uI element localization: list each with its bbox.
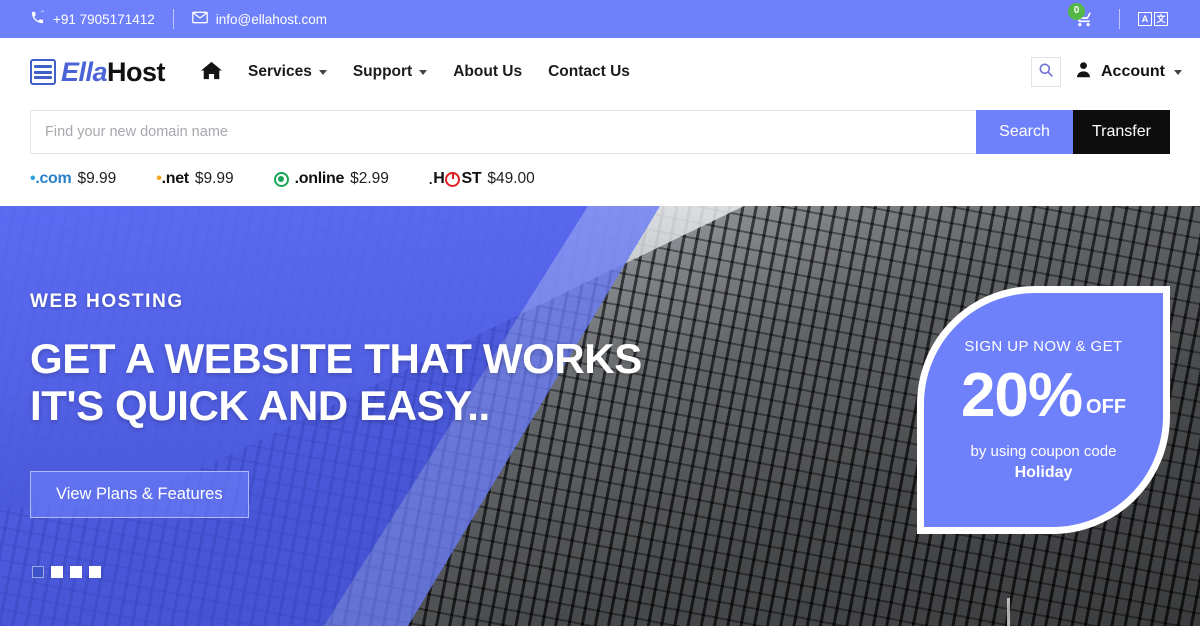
tld-item-host[interactable]: . H ST $49.00 xyxy=(429,170,535,188)
tld-label-online: .online xyxy=(294,170,345,187)
nav-label-about-us: About Us xyxy=(453,63,523,80)
nav-item-about-us[interactable]: About Us xyxy=(453,63,522,81)
nav-item-services[interactable]: Services xyxy=(248,63,327,81)
nav-label-contact-us: Contact Us xyxy=(548,63,630,80)
domain-search-button[interactable]: Search xyxy=(976,110,1073,154)
tld-label-net: .net xyxy=(161,170,190,187)
domain-transfer-button[interactable]: Transfer xyxy=(1073,110,1170,154)
carousel-dots xyxy=(32,566,101,578)
online-ring-icon xyxy=(273,171,289,187)
tld-item-net[interactable]: •.net $9.99 xyxy=(156,170,233,188)
hero-carousel: WEB HOSTING GET A WEBSITE THAT WORKS IT'… xyxy=(0,206,1200,626)
cart-count-badge: 0 xyxy=(1068,2,1085,20)
domain-search-row: Search Transfer xyxy=(30,110,1170,154)
chevron-down-icon xyxy=(1174,69,1182,75)
logo-wordmark: EllaHost xyxy=(61,56,166,88)
translate-icon[interactable]: A 文 xyxy=(1138,12,1168,26)
tld-name-net: •.net xyxy=(156,170,190,187)
tld-item-com[interactable]: •.com $9.99 xyxy=(30,170,116,188)
email-address: info@ellahost.com xyxy=(215,11,327,27)
search-toggle-button[interactable] xyxy=(1031,57,1061,87)
header-actions: Account xyxy=(1031,57,1182,87)
tld-item-online[interactable]: .online $2.99 xyxy=(273,170,389,188)
tld-name-com: •.com xyxy=(30,170,72,187)
user-icon xyxy=(1075,61,1092,83)
tld-label-host: . H ST xyxy=(428,170,482,187)
carousel-dot-2[interactable] xyxy=(51,566,63,578)
promo-off-label: OFF xyxy=(1086,396,1127,419)
lang-primary-box: A xyxy=(1138,12,1152,26)
lang-secondary-box: 文 xyxy=(1154,12,1168,26)
nav-label-services: Services xyxy=(248,63,312,80)
top-utility-bar: +91 7905171412 info@ellahost.com 0 A 文 xyxy=(0,0,1200,38)
email-link[interactable]: info@ellahost.com xyxy=(191,11,327,27)
phone-link[interactable]: +91 7905171412 xyxy=(30,10,155,28)
phone-ringing-icon xyxy=(30,10,45,28)
promo-headline: SIGN UP NOW & GET xyxy=(964,338,1123,356)
topbar-actions: 0 A 文 xyxy=(1067,2,1184,31)
hero-decorative-notch xyxy=(1007,598,1010,626)
promo-badge[interactable]: SIGN UP NOW & GET 20% OFF by using coupo… xyxy=(917,286,1170,534)
account-label: Account xyxy=(1101,63,1165,80)
carousel-dot-1[interactable] xyxy=(32,566,44,578)
cart-button[interactable]: 0 xyxy=(1067,2,1101,31)
promo-subtext: by using coupon code xyxy=(970,443,1117,461)
primary-navigation: Services Support About Us Contact Us xyxy=(201,61,630,84)
phone-number: +91 7905171412 xyxy=(53,11,155,27)
tld-label-com: .com xyxy=(35,170,72,187)
hero-title: GET A WEBSITE THAT WORKS IT'S QUICK AND … xyxy=(30,335,642,430)
home-icon xyxy=(201,61,222,84)
logo-text-host: Host xyxy=(107,56,166,87)
nav-item-contact-us[interactable]: Contact Us xyxy=(548,63,630,81)
site-logo[interactable]: EllaHost xyxy=(30,56,166,88)
nav-item-home[interactable] xyxy=(201,61,222,84)
promo-coupon-code: Holiday xyxy=(1014,463,1073,481)
domain-search-input[interactable] xyxy=(30,110,976,154)
hero-eyebrow: WEB HOSTING xyxy=(30,291,184,312)
carousel-dot-4[interactable] xyxy=(89,566,101,578)
search-icon xyxy=(1038,62,1054,83)
topbar-contact-group: +91 7905171412 info@ellahost.com xyxy=(0,9,327,29)
envelope-icon xyxy=(191,11,208,27)
domain-search-section: Search Transfer •.com $9.99 •.net $9.99 … xyxy=(0,110,1200,206)
tld-price-list: •.com $9.99 •.net $9.99 .online $2.99 .H… xyxy=(30,154,1170,206)
carousel-dot-3[interactable] xyxy=(70,566,82,578)
tld-price-com: $9.99 xyxy=(77,170,117,187)
tld-price-host: $49.00 xyxy=(487,170,535,187)
host-power-icon xyxy=(445,171,461,187)
promo-amount-group: 20% OFF xyxy=(960,361,1127,431)
view-plans-button[interactable]: View Plans & Features xyxy=(30,471,249,519)
promo-amount: 20% xyxy=(960,361,1083,431)
logo-text-ella: Ella xyxy=(61,56,108,87)
tld-price-online: $2.99 xyxy=(350,170,389,187)
hero-content: WEB HOSTING GET A WEBSITE THAT WORKS IT'… xyxy=(30,291,690,519)
topbar-divider-2 xyxy=(1119,9,1120,29)
chevron-down-icon xyxy=(318,69,327,75)
nav-item-support[interactable]: Support xyxy=(352,63,428,81)
account-menu[interactable]: Account xyxy=(1075,61,1182,83)
topbar-divider xyxy=(172,9,174,29)
main-header: EllaHost Services Support About Us Conta… xyxy=(0,38,1200,106)
tld-price-net: $9.99 xyxy=(194,170,234,187)
nav-label-support: Support xyxy=(352,63,413,80)
chevron-down-icon xyxy=(419,69,428,75)
server-stack-icon xyxy=(30,59,56,85)
